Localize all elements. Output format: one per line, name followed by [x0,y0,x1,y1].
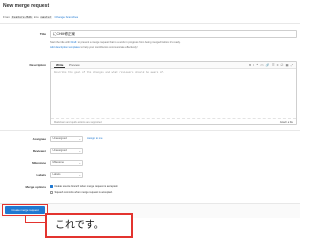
milestone-value: Milestone [52,161,65,164]
assignee-value: Unassigned [52,137,67,140]
reviewer-label: Reviewer [32,149,46,153]
editor-tabs: Write Preview B I ❝ <> 🔗 ☰ ≡ ☑ ▦ ⤢ [51,62,296,69]
branch-info: From Feature-Mdb into master Change bran… [3,15,78,19]
italic-icon[interactable]: I [253,63,254,68]
chevron-down-icon: ⌄ [78,161,81,165]
into-label: into [33,15,39,19]
title-hint-suffix: to prevent a merge request that is a wor… [77,41,181,44]
delete-source-branch-checkbox[interactable] [50,185,53,188]
divider [0,23,300,24]
squash-commits-option[interactable]: Squash commits when merge request is acc… [50,191,113,194]
callout-connector [25,222,45,223]
description-textarea[interactable]: Describe the goal of the changes and wha… [54,71,165,74]
target-branch: master [39,15,53,19]
table-icon[interactable]: ▦ [286,63,289,68]
labels-label: Labels [36,173,46,177]
callout-annotation: これです。 [45,213,133,238]
tab-write[interactable]: Write [54,63,66,68]
tab-preview[interactable]: Preview [67,63,82,68]
labels-dropdown[interactable]: Labels ⌄ [50,172,83,178]
template-hint: Add description templates to help your c… [50,46,138,49]
assign-to-me-link[interactable]: Assign to me [87,137,103,140]
milestone-label: Milestone [32,161,46,165]
source-branch: Feature-Mdb [11,15,33,19]
reviewer-dropdown[interactable]: Unassigned ⌄ [50,148,83,154]
change-branches-link[interactable]: Change branches [54,15,78,19]
delete-source-branch-option[interactable]: Delete source branch when merge request … [50,185,118,188]
assignee-dropdown[interactable]: Unassigned ⌄ [50,136,83,142]
chevron-down-icon: ⌄ [78,173,81,177]
merge-options-label: Merge options [25,185,46,189]
chevron-down-icon: ⌄ [78,149,81,153]
bold-icon[interactable]: B [249,63,251,68]
title-label: Title [39,32,46,36]
chevron-down-icon: ⌄ [78,137,81,141]
fullscreen-icon[interactable]: ⤢ [291,63,293,68]
markdown-hint: Markdown and quick actions are supported [54,120,102,124]
highlight-box [2,204,48,216]
description-editor: Write Preview B I ❝ <> 🔗 ☰ ≡ ☑ ▦ ⤢ Descr… [50,61,297,125]
squash-commits-label: Squash commits when merge request is acc… [54,191,113,194]
link-icon[interactable]: 🔗 [266,63,270,68]
squash-commits-checkbox[interactable] [50,191,53,194]
task-list-icon[interactable]: ☑ [281,63,284,68]
title-hint: Start the title with Draft: to prevent a… [50,41,181,44]
assignee-label: Assignee [32,137,46,141]
title-hint-prefix: Start the title with [50,41,70,44]
draft-code: Draft: [70,41,77,44]
quote-icon[interactable]: ❝ [256,63,258,68]
template-hint-suffix: to help your contributors communicate ef… [80,46,138,49]
divider [0,130,300,131]
from-label: From [3,15,10,19]
page-title: New merge request [3,3,50,9]
description-label: Description [29,63,46,67]
title-input[interactable]: にCHM修正案 [50,30,297,38]
numbered-list-icon[interactable]: ≡ [277,63,279,68]
description-templates-link[interactable]: Add description templates [50,46,80,49]
delete-source-branch-label: Delete source branch when merge request … [54,185,119,188]
reviewer-value: Unassigned [52,149,67,152]
milestone-dropdown[interactable]: Milestone ⌄ [50,160,83,166]
editor-footer: Markdown and quick actions are supported… [51,118,296,124]
markdown-toolbar: B I ❝ <> 🔗 ☰ ≡ ☑ ▦ ⤢ [247,63,293,68]
attach-file-link[interactable]: Attach a file [280,121,293,124]
labels-value: Labels [52,173,61,176]
bullet-list-icon[interactable]: ☰ [272,63,275,68]
code-icon[interactable]: <> [260,63,264,68]
